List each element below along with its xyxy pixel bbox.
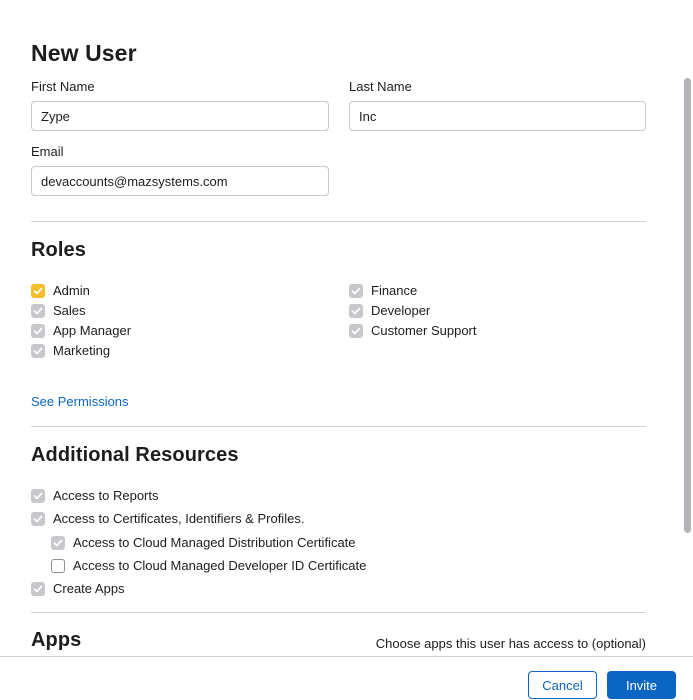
- divider: [31, 612, 646, 613]
- checkbox-checked-icon: [51, 535, 65, 550]
- email-field[interactable]: [31, 166, 329, 196]
- divider: [31, 221, 646, 222]
- additional-resources-heading: Additional Resources: [31, 444, 239, 466]
- checkbox-checked-icon: [31, 303, 45, 318]
- checkbox-unchecked-icon: [51, 558, 65, 573]
- apps-heading: Apps: [31, 629, 82, 651]
- role-label: Marketing: [53, 343, 111, 358]
- role-label: Developer: [371, 303, 431, 318]
- sheet-footer: Cancel Invite: [0, 656, 693, 700]
- see-permissions-link[interactable]: See Permissions: [31, 394, 129, 409]
- checkbox-checked-icon: [31, 343, 45, 358]
- access-reports-checkbox[interactable]: Access to Reports: [31, 488, 159, 503]
- last-name-label: Last Name: [349, 79, 412, 94]
- email-label: Email: [31, 144, 64, 159]
- role-label: Customer Support: [371, 323, 477, 338]
- role-label: Admin: [53, 283, 90, 298]
- divider: [31, 426, 646, 427]
- role-app-manager-checkbox[interactable]: App Manager: [31, 323, 131, 338]
- last-name-field[interactable]: [349, 101, 646, 131]
- create-apps-checkbox[interactable]: Create Apps: [31, 581, 125, 596]
- apps-hint: Choose apps this user has access to (opt…: [375, 636, 646, 651]
- resource-label: Access to Reports: [53, 488, 159, 503]
- checkbox-checked-icon: [31, 511, 45, 526]
- scrollbar-thumb[interactable]: [684, 78, 691, 533]
- invite-button[interactable]: Invite: [607, 671, 676, 699]
- first-name-field[interactable]: [31, 101, 329, 131]
- resource-label: Create Apps: [53, 581, 125, 596]
- role-marketing-checkbox[interactable]: Marketing: [31, 343, 110, 358]
- checkbox-checked-icon: [31, 283, 45, 298]
- role-customer-support-checkbox[interactable]: Customer Support: [349, 323, 477, 338]
- checkbox-checked-icon: [31, 488, 45, 503]
- checkbox-checked-icon: [349, 303, 363, 318]
- cloud-developer-id-cert-checkbox[interactable]: Access to Cloud Managed Developer ID Cer…: [51, 558, 366, 573]
- new-user-sheet: New User First Name Last Name Email Role…: [0, 0, 693, 700]
- role-label: Finance: [371, 283, 418, 298]
- role-finance-checkbox[interactable]: Finance: [349, 283, 417, 298]
- roles-heading: Roles: [31, 239, 86, 261]
- first-name-label: First Name: [31, 79, 95, 94]
- access-certificates-checkbox[interactable]: Access to Certificates, Identifiers & Pr…: [31, 511, 304, 526]
- role-developer-checkbox[interactable]: Developer: [349, 303, 430, 318]
- resource-label: Access to Cloud Managed Distribution Cer…: [73, 535, 356, 550]
- checkbox-checked-icon: [349, 323, 363, 338]
- cancel-button[interactable]: Cancel: [528, 671, 597, 699]
- resource-label: Access to Cloud Managed Developer ID Cer…: [73, 558, 367, 573]
- role-label: Sales: [53, 303, 86, 318]
- checkbox-checked-icon: [349, 283, 363, 298]
- role-sales-checkbox[interactable]: Sales: [31, 303, 86, 318]
- checkbox-checked-icon: [31, 323, 45, 338]
- resource-label: Access to Certificates, Identifiers & Pr…: [53, 511, 305, 526]
- cloud-distribution-cert-checkbox[interactable]: Access to Cloud Managed Distribution Cer…: [51, 535, 356, 550]
- checkbox-checked-icon: [31, 581, 45, 596]
- role-admin-checkbox[interactable]: Admin: [31, 283, 90, 298]
- page-title: New User: [31, 40, 137, 66]
- role-label: App Manager: [53, 323, 132, 338]
